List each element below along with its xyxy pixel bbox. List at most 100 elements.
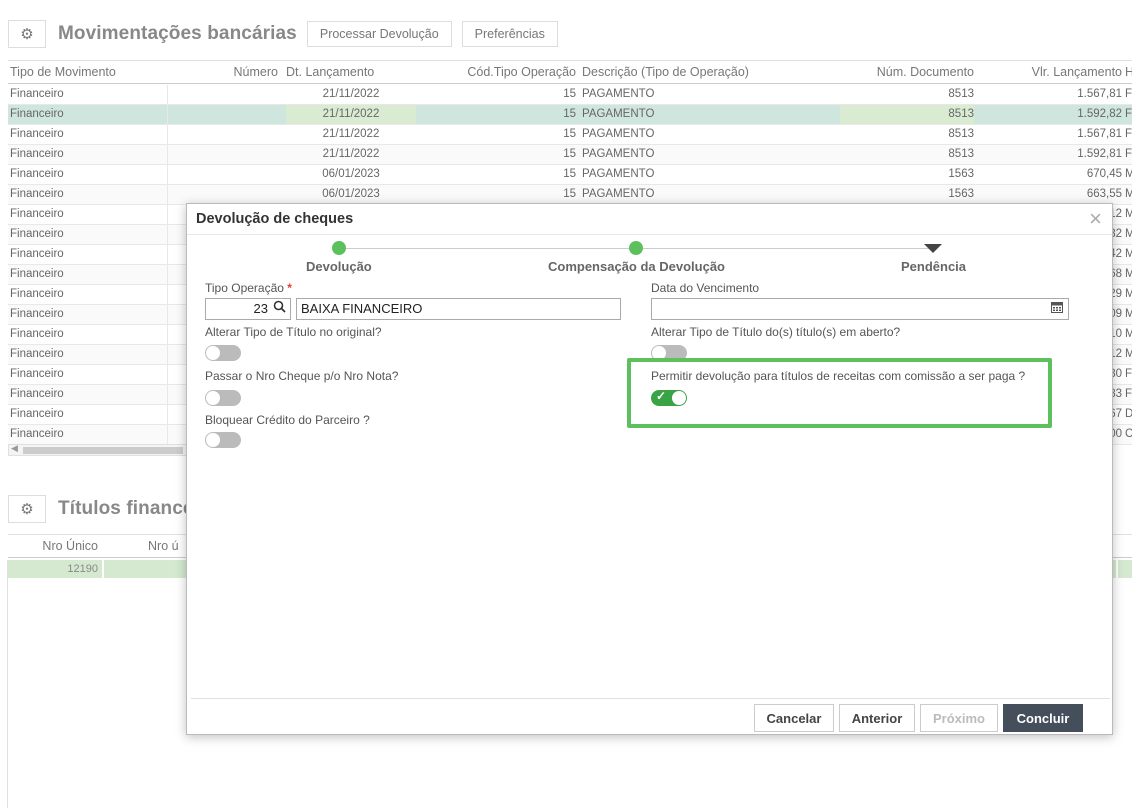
horizontal-scrollbar[interactable]: ◀ <box>8 443 188 456</box>
tipo-operacao-code-input[interactable]: 23 <box>205 298 291 320</box>
bottom-section-header: ⚙ Títulos finance <box>8 494 194 524</box>
table-cell-cod: 15 <box>563 108 576 120</box>
table-cell-tipo: Financeiro <box>8 405 168 424</box>
table-cell-doc: 1563 <box>948 168 974 180</box>
column-header[interactable]: Núm. Documento <box>840 65 974 79</box>
divider <box>191 698 1110 699</box>
tipo-operacao-label: Tipo Operação * <box>205 281 292 295</box>
table-cell-h: M <box>1125 168 1132 180</box>
table-cell-tipo: Financeiro <box>8 325 168 344</box>
processar-devolucao-button[interactable]: Processar Devolução <box>306 21 452 47</box>
tipo-operacao-label-text: Tipo Operação <box>205 281 284 295</box>
table-row[interactable]: Financeiro 06/01/2023 15 PAGAMENTO 1563 663,5… <box>8 185 1132 205</box>
nro-unico-cell: 12190 <box>8 560 102 578</box>
column-header[interactable]: Tipo de Movimento <box>10 65 116 79</box>
column-header[interactable]: Dt. Lançamento <box>286 65 374 79</box>
divider <box>7 560 8 808</box>
alterar-tipo-aberto-label: Alterar Tipo de Título do(s) título(s) e… <box>651 325 901 339</box>
table-row[interactable]: Financeiro 21/11/2022 15 PAGAMENTO 8513 1.592… <box>8 145 1132 165</box>
table-cell-vlr: 1.567,81 <box>1077 88 1122 100</box>
table-cell-vlr: 1.567,81 <box>1077 128 1122 140</box>
cancelar-button[interactable]: Cancelar <box>754 704 834 732</box>
table-cell-doc: 8513 <box>948 128 974 140</box>
table-cell-h: M <box>1125 268 1132 280</box>
anterior-button[interactable]: Anterior <box>839 704 915 732</box>
table-cell-tipo: Financeiro <box>8 225 168 244</box>
check-icon: ✓ <box>656 389 667 403</box>
step-connector <box>339 248 631 249</box>
bloquear-credito-label: Bloquear Crédito do Parceiro ? <box>205 413 370 427</box>
data-vencimento-input[interactable] <box>651 298 1069 320</box>
table-cell-h: F <box>1125 88 1132 100</box>
table-cell-h: M <box>1125 308 1132 320</box>
toggle-knob <box>206 433 220 447</box>
table-cell-desc: PAGAMENTO <box>582 128 655 140</box>
table-cell-cod: 15 <box>563 128 576 140</box>
gear-icon[interactable]: ⚙ <box>8 495 46 523</box>
gear-icon[interactable]: ⚙ <box>8 20 46 48</box>
bloquear-credito-toggle[interactable] <box>205 432 241 448</box>
column-header[interactable]: Número <box>170 65 278 79</box>
table-row[interactable]: Financeiro 21/11/2022 15 PAGAMENTO 8513 1.567… <box>8 85 1132 105</box>
passar-nro-cheque-label: Passar o Nro Cheque p/o Nro Nota? <box>205 369 399 383</box>
table-row[interactable]: Financeiro 21/11/2022 15 PAGAMENTO 8513 1.567… <box>8 125 1132 145</box>
table-row[interactable]: Financeiro 06/01/2023 15 PAGAMENTO 1563 670,4… <box>8 165 1132 185</box>
table-cell-h: C <box>1125 428 1132 440</box>
table-cell-numero <box>170 105 278 124</box>
divider <box>187 234 1112 235</box>
scroll-left-icon[interactable]: ◀ <box>11 443 18 454</box>
table-cell-tipo: Financeiro <box>8 285 168 304</box>
search-icon[interactable] <box>273 299 286 319</box>
table-cell-tipo: Financeiro <box>8 385 168 404</box>
column-header[interactable]: Nro ú <box>148 539 179 553</box>
table-cell-h: F <box>1125 368 1132 380</box>
step-devolucao[interactable]: Devolução <box>306 259 372 274</box>
column-header[interactable]: Nro Único <box>8 539 98 553</box>
table-cell-dt: 21/11/2022 <box>322 128 380 140</box>
table-cell-vlr: 1.592,82 <box>1077 108 1122 120</box>
concluir-button[interactable]: Concluir <box>1003 704 1083 732</box>
section-title: Movimentações bancárias <box>58 23 297 44</box>
table-cell-tipo: Financeiro <box>8 185 168 204</box>
column-header[interactable]: Descrição (Tipo de Operação) <box>582 65 749 79</box>
column-header[interactable]: Vlr. Lançamento <box>978 65 1122 79</box>
table-cell-cod: 15 <box>563 88 576 100</box>
preferencias-button[interactable]: Preferências <box>461 21 558 47</box>
modal-title: Devolução de cheques <box>196 211 354 227</box>
table-cell-doc: 1563 <box>948 188 974 200</box>
proximo-button[interactable]: Próximo <box>920 704 998 732</box>
table-cell-numero <box>170 145 278 164</box>
table-cell-desc: PAGAMENTO <box>582 188 655 200</box>
table-cell <box>104 560 194 578</box>
scrollbar-thumb[interactable] <box>23 447 183 454</box>
permitir-devolucao-toggle[interactable]: ✓ <box>651 389 687 406</box>
toggle-knob <box>672 391 686 405</box>
required-mark: * <box>287 281 292 295</box>
passar-nro-cheque-toggle[interactable] <box>205 390 241 406</box>
calendar-icon[interactable] <box>1051 301 1063 316</box>
table-cell-h: F <box>1125 148 1132 160</box>
table-row[interactable]: Financeiro 21/11/2022 15 PAGAMENTO 8513 1.592… <box>8 105 1132 125</box>
table-cell-tipo: Financeiro <box>8 265 168 284</box>
table-cell-tipo: Financeiro <box>8 345 168 364</box>
table-cell-tipo: Financeiro <box>8 245 168 264</box>
column-header[interactable]: H <box>1125 65 1132 79</box>
alterar-tipo-original-toggle[interactable] <box>205 345 241 361</box>
table-cell-numero <box>170 85 278 104</box>
step-complete-dot <box>332 241 346 255</box>
toggle-knob <box>206 346 220 360</box>
close-icon[interactable]: × <box>1089 206 1102 232</box>
table-cell <box>1118 560 1132 578</box>
table-cell-tipo: Financeiro <box>8 125 168 144</box>
table-cell-numero <box>170 165 278 184</box>
table-cell-desc: PAGAMENTO <box>582 108 655 120</box>
tipo-operacao-desc-input[interactable]: BAIXA FINANCEIRO <box>296 298 621 320</box>
column-header[interactable]: Cód.Tipo Operação <box>418 65 576 79</box>
table-cell-doc: 8513 <box>948 88 974 100</box>
table-cell-vlr: 1.592,81 <box>1077 148 1122 160</box>
table-cell-tipo: Financeiro <box>8 145 168 164</box>
step-compensacao[interactable]: Compensação da Devolução <box>548 259 725 274</box>
table-cell-vlr: 670,45 <box>1086 168 1122 180</box>
section-title: Títulos finance <box>58 498 194 519</box>
step-pendencia[interactable]: Pendência <box>901 259 966 274</box>
